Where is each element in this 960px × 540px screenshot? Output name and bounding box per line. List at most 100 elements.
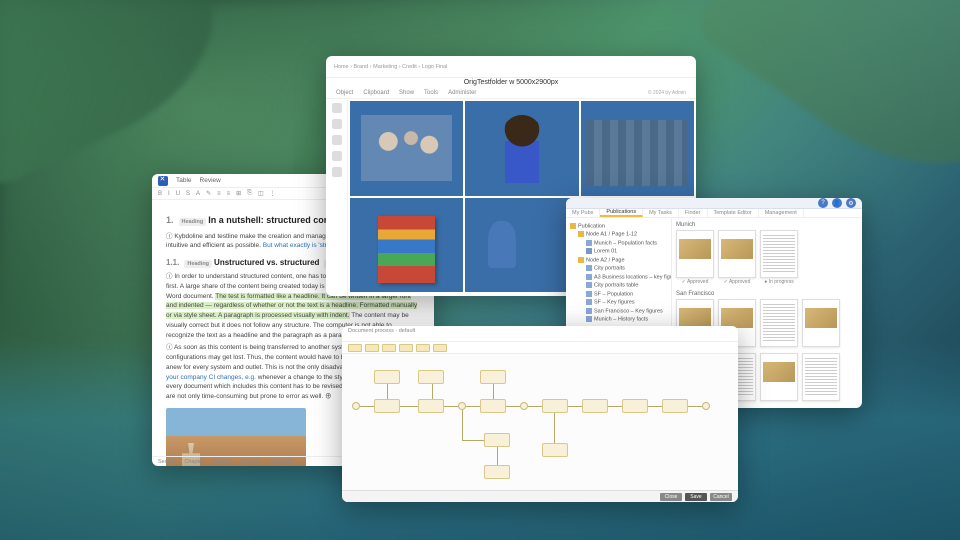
- side-tool-5[interactable]: [332, 167, 342, 177]
- flow-node[interactable]: [582, 399, 608, 413]
- section-munich: Munich: [676, 222, 858, 228]
- tab-admin[interactable]: Administer: [448, 90, 476, 96]
- flow-node[interactable]: [542, 399, 568, 413]
- flow-node[interactable]: [418, 399, 444, 413]
- asset-thumb-meeting[interactable]: [350, 101, 463, 196]
- tab-mgmt[interactable]: Management: [759, 209, 804, 217]
- crumb-chapter3[interactable]: Chapter: [240, 459, 260, 465]
- tab-finder[interactable]: Finder: [679, 209, 708, 217]
- asset-thumb-portrait[interactable]: [465, 101, 578, 196]
- flow-node[interactable]: [484, 465, 510, 479]
- cancel-button[interactable]: Cancel: [710, 493, 732, 501]
- flow-tool[interactable]: [382, 344, 396, 352]
- page-thumb[interactable]: [760, 353, 798, 401]
- tree-item[interactable]: San Francisco – Key figures: [570, 307, 667, 315]
- breadcrumb[interactable]: Home › Brand › Marketing › Credit › Logo…: [334, 64, 447, 70]
- tool-bold[interactable]: B: [158, 191, 162, 197]
- tree-item[interactable]: Node A1 / Page 1-12: [570, 230, 667, 238]
- tree-item[interactable]: SF – Population: [570, 290, 667, 298]
- menu-table[interactable]: Table: [176, 177, 192, 184]
- crumb-paragraph[interactable]: Paragraph: [267, 459, 293, 465]
- tool-layout[interactable]: ◫: [258, 190, 264, 197]
- menu-review[interactable]: Review: [200, 177, 221, 184]
- flow-start[interactable]: [352, 402, 360, 410]
- tab-clipboard[interactable]: Clipboard: [363, 90, 389, 96]
- crumb-chapter2[interactable]: Chapter: [212, 459, 232, 465]
- tab-publications[interactable]: Publications: [600, 209, 643, 217]
- flow-node[interactable]: [480, 399, 506, 413]
- close-button[interactable]: Close: [660, 493, 682, 501]
- tool-copy[interactable]: ⎘: [247, 190, 252, 197]
- save-button[interactable]: Save: [685, 493, 707, 501]
- tree-item[interactable]: SF – Key figures: [570, 298, 667, 306]
- flow-footer: Close Save Cancel: [342, 490, 738, 502]
- tool-font[interactable]: A: [196, 191, 200, 197]
- tree-item[interactable]: Publication: [570, 222, 667, 230]
- tree-item[interactable]: Lorem 01: [570, 247, 667, 255]
- tool-table[interactable]: ⊞: [236, 190, 241, 197]
- crumb-section[interactable]: Section: [158, 459, 176, 465]
- flow-tool[interactable]: [416, 344, 430, 352]
- flow-canvas[interactable]: [342, 354, 738, 490]
- tree-item[interactable]: City portraits table: [570, 281, 667, 289]
- flow-tool[interactable]: [433, 344, 447, 352]
- tool-edit[interactable]: ✎: [206, 190, 211, 197]
- tool-italic[interactable]: I: [168, 191, 170, 197]
- tab-mypubs[interactable]: My Pubs: [566, 209, 600, 217]
- asset-thumb-books[interactable]: [350, 198, 463, 293]
- settings-icon[interactable]: ⚙: [846, 198, 856, 208]
- side-tool-2[interactable]: [332, 119, 342, 129]
- flow-node[interactable]: [374, 370, 400, 384]
- section-sf: San Francisco: [676, 291, 858, 297]
- flow-node[interactable]: [662, 399, 688, 413]
- tree-item[interactable]: Munich – Population facts: [570, 239, 667, 247]
- page-thumb[interactable]: [802, 353, 840, 401]
- tab-show[interactable]: Show: [399, 90, 414, 96]
- flow-gateway[interactable]: [520, 402, 528, 410]
- flow-node[interactable]: [622, 399, 648, 413]
- asset-thumb-containers[interactable]: [581, 101, 694, 196]
- pub-titlebar: ? 👤 ⚙: [566, 198, 862, 209]
- tab-object[interactable]: Object: [336, 90, 353, 96]
- tree-item[interactable]: A3 Business locations – key figures: [570, 273, 667, 281]
- tool-align-center[interactable]: ≡: [227, 191, 231, 197]
- page-thumb[interactable]: [760, 299, 798, 347]
- copyright: © 2024 by Admin: [648, 90, 686, 96]
- tree-item[interactable]: Node A2 / Page: [570, 256, 667, 264]
- tool-underline[interactable]: U: [176, 191, 180, 197]
- tree-item[interactable]: Munich – History facts: [570, 315, 667, 323]
- tree-item[interactable]: City portraits: [570, 264, 667, 272]
- pub-tabs: My Pubs Publications My Tasks Finder Tem…: [566, 209, 862, 218]
- tool-align-left[interactable]: ≡: [217, 191, 221, 197]
- flow-node[interactable]: [480, 370, 506, 384]
- flow-tool[interactable]: [348, 344, 362, 352]
- flow-node[interactable]: [542, 443, 568, 457]
- tab-mytasks[interactable]: My Tasks: [643, 209, 679, 217]
- side-tool-4[interactable]: [332, 151, 342, 161]
- flow-tool[interactable]: [399, 344, 413, 352]
- page-thumb[interactable]: [718, 230, 756, 278]
- crumb-chapter1[interactable]: Chapter: [184, 459, 204, 465]
- page-thumb[interactable]: [802, 299, 840, 347]
- page-thumb[interactable]: [760, 230, 798, 278]
- flow-end[interactable]: [702, 402, 710, 410]
- status-progress: ● In progress: [760, 279, 798, 285]
- assets-sidebar: [326, 99, 348, 296]
- side-tool-3[interactable]: [332, 135, 342, 145]
- help-icon[interactable]: ?: [818, 198, 828, 208]
- tab-tools[interactable]: Tools: [424, 90, 438, 96]
- flow-node[interactable]: [484, 433, 510, 447]
- page-thumb[interactable]: [676, 230, 714, 278]
- flow-node[interactable]: [418, 370, 444, 384]
- flow-node[interactable]: [374, 399, 400, 413]
- asset-thumb-lab[interactable]: [465, 198, 578, 293]
- tool-more[interactable]: ⋮: [270, 190, 276, 197]
- tab-template[interactable]: Template Editor: [708, 209, 759, 217]
- tool-strike[interactable]: S: [186, 191, 190, 197]
- status-approved: ✓ Approved: [676, 279, 714, 285]
- side-tool-1[interactable]: [332, 103, 342, 113]
- flow-gateway[interactable]: [458, 402, 466, 410]
- user-icon[interactable]: 👤: [832, 198, 842, 208]
- assets-header: Home › Brand › Marketing › Credit › Logo…: [326, 56, 696, 78]
- flow-tool[interactable]: [365, 344, 379, 352]
